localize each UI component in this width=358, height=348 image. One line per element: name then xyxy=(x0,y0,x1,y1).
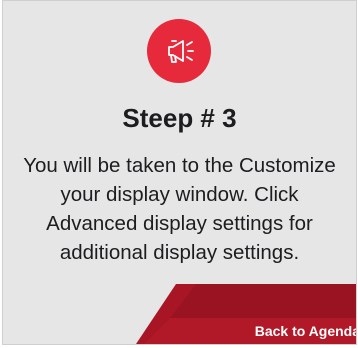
instruction-line: You will be taken to the Customize xyxy=(23,154,336,177)
back-to-agenda-banner[interactable]: Back to Agenda xyxy=(136,284,356,344)
instruction-line: your display window. Click xyxy=(60,183,299,206)
back-to-agenda-link[interactable]: Back to Agenda xyxy=(255,323,356,339)
instruction-line: Advanced display settings for xyxy=(46,212,313,235)
megaphone-icon xyxy=(168,40,194,63)
icon-badge xyxy=(147,19,211,83)
step-instructions: You will be taken to the Customize your … xyxy=(9,151,350,267)
step-title: Steep # 3 xyxy=(122,103,237,133)
step-card: Steep # 3 You will be taken to the Custo… xyxy=(2,0,357,345)
instruction-line: additional display settings. xyxy=(59,241,300,264)
